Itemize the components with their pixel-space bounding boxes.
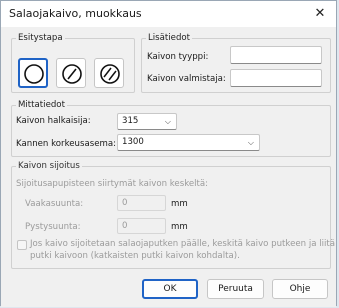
kannen-korkeusasema-label: Kannen korkeusasema:: [16, 139, 117, 149]
pystysuunta-value: 0: [122, 221, 128, 231]
pystysuunta-input[interactable]: 0: [117, 218, 166, 234]
style-circle-slash-button[interactable]: [56, 58, 86, 88]
siirtymat-info-label: Sijoitusapupisteen siirtymät kaivon kesk…: [16, 179, 209, 189]
cancel-button[interactable]: Peruuta: [207, 279, 264, 299]
vaakasuunta-input[interactable]: 0: [117, 195, 166, 211]
kaivon-sijoitus-legend: Kaivon sijoitus: [18, 161, 80, 171]
pystysuunta-label: Pystysuunta:: [25, 222, 81, 232]
ok-button[interactable]: OK: [142, 279, 198, 299]
mittatiedot-legend: Mittatiedot: [18, 100, 65, 110]
kannen-korkeusasema-value: 1300: [122, 137, 144, 147]
center-on-pipe-label-line1: Jos kaivo sijoitetaan salaojaputken pääl…: [30, 239, 336, 249]
lisatiedot-legend: Lisätiedot: [148, 33, 191, 43]
esitystapa-legend: Esitystapa: [18, 33, 63, 43]
circle-icon: [24, 64, 44, 84]
kaivon-halkaisija-select[interactable]: 315 ⌵: [117, 113, 177, 130]
circle-hatched-icon: [100, 64, 120, 84]
dialog-body: Esitystapa Lisätiedot Kaivon tyyppi: Kai…: [1, 27, 336, 307]
window-title: Salaojakaivo, muokkaus: [9, 7, 142, 20]
style-circle-hatched-button[interactable]: [94, 58, 124, 88]
center-on-pipe-label-line2: putki kaivoon (katkaisten putki kaivon k…: [30, 251, 240, 261]
center-on-pipe-checkbox[interactable]: [17, 240, 27, 250]
kaivon-tyyppi-label: Kaivon tyyppi:: [147, 52, 209, 62]
dialog-window: Salaojakaivo, muokkaus ✕ Esitystapa Lisä…: [0, 0, 337, 307]
kaivon-halkaisija-label: Kaivon halkaisija:: [16, 116, 91, 126]
help-button[interactable]: Ohje: [272, 279, 328, 299]
pystysuunta-unit: mm: [171, 222, 188, 232]
kaivon-tyyppi-input[interactable]: [230, 46, 322, 64]
chevron-down-icon: ⌵: [164, 117, 171, 126]
kaivon-halkaisija-value: 315: [122, 116, 139, 126]
kannen-korkeusasema-select[interactable]: 1300 ⌵: [117, 134, 260, 151]
vaakasuunta-value: 0: [122, 198, 128, 208]
chevron-down-icon: ⌵: [247, 138, 254, 147]
vaakasuunta-label: Vaakasuunta:: [25, 199, 84, 209]
circle-slash-icon: [62, 64, 82, 84]
vaakasuunta-unit: mm: [171, 199, 188, 209]
close-icon[interactable]: ✕: [310, 4, 330, 24]
kaivon-valmistaja-label: Kaivon valmistaja:: [147, 74, 226, 84]
kaivon-valmistaja-input[interactable]: [230, 69, 322, 87]
title-bar[interactable]: Salaojakaivo, muokkaus ✕: [1, 1, 336, 27]
style-circle-button[interactable]: [18, 58, 48, 88]
